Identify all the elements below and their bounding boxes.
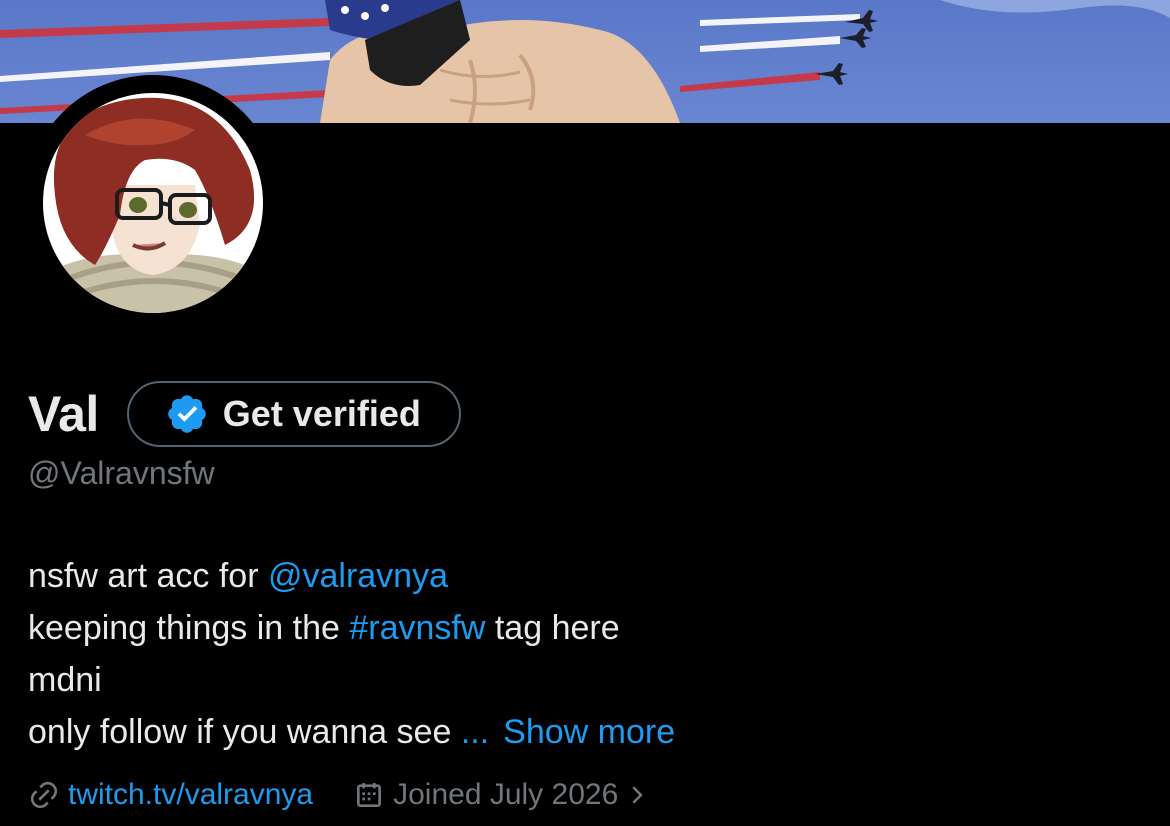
- bio-text: only follow if you wanna see: [28, 713, 461, 751]
- calendar-icon: [357, 783, 382, 807]
- display-name: Val: [28, 386, 99, 442]
- website-item[interactable]: twitch.tv/valravnya: [28, 778, 313, 812]
- get-verified-label: Get verified: [222, 393, 421, 434]
- profile-name-row: Val Get verified: [28, 378, 461, 450]
- bio-text: keeping things in the: [28, 609, 350, 647]
- mention-link[interactable]: @valravnya: [268, 557, 448, 595]
- bio-text: nsfw art acc for: [28, 557, 268, 595]
- bio-text: tag here: [485, 609, 620, 647]
- bio-line: only follow if you wanna see ... Show mor…: [28, 706, 675, 758]
- bio-ellipsis: ...: [460, 713, 490, 751]
- bio-line: mdni: [28, 654, 675, 706]
- joined-date: Joined July 2026: [393, 778, 619, 811]
- show-more-link[interactable]: Show more: [503, 713, 675, 751]
- bio-line: keeping things in the #ravnsfw tag here: [28, 602, 675, 654]
- profile-handle: @Valravnsfw: [28, 455, 215, 491]
- joined-item[interactable]: Joined July 2026: [353, 778, 648, 812]
- hashtag-link[interactable]: #ravnsfw: [349, 609, 485, 647]
- get-verified-button[interactable]: Get verified: [126, 381, 461, 447]
- website-link[interactable]: twitch.tv/valravnya: [68, 778, 313, 812]
- link-icon: [30, 781, 58, 809]
- profile-meta: twitch.tv/valravnya Joined July 2026: [28, 770, 648, 820]
- verified-badge-icon: [168, 395, 206, 433]
- bio-line: nsfw art acc for @valravnya: [28, 550, 675, 602]
- chevron-right-icon: [633, 786, 643, 804]
- bio-text: mdni: [28, 661, 102, 699]
- profile-bio: nsfw art acc for @valravnya keeping thin…: [28, 550, 675, 758]
- avatar[interactable]: [25, 75, 281, 331]
